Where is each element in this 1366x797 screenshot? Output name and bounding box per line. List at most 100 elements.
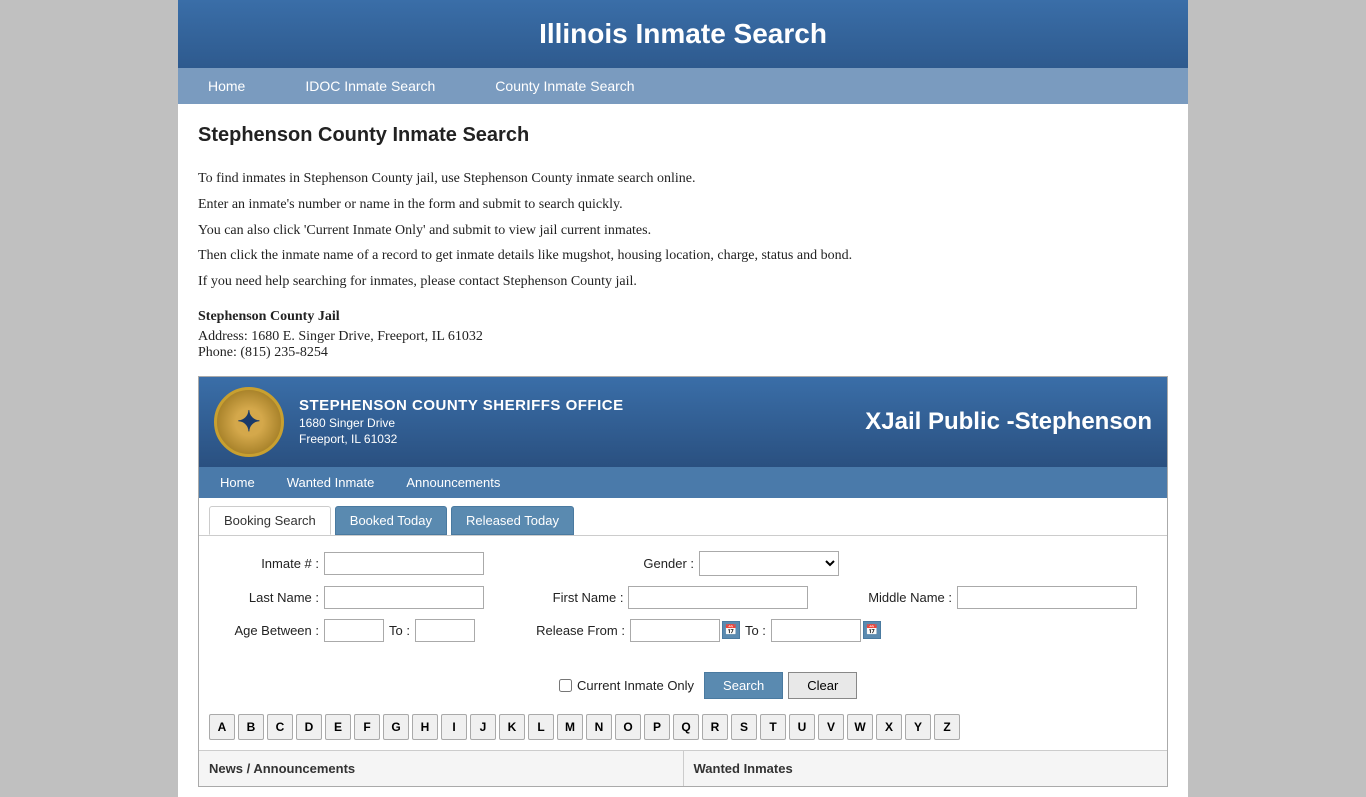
badge-star: ✦ xyxy=(237,408,261,436)
alpha-btn-v[interactable]: V xyxy=(818,714,844,740)
search-form: Inmate # : Gender : Male Female Unknown xyxy=(199,536,1167,667)
office-addr2: Freeport, IL 61032 xyxy=(299,432,624,446)
release-to-label: To : xyxy=(745,623,766,638)
lastname-cell: Last Name : xyxy=(209,586,484,609)
alpha-bar: ABCDEFGHIJKLMNOPQRSTUVWXYZ xyxy=(199,709,1167,750)
tab-booked-today[interactable]: Booked Today xyxy=(335,506,447,535)
xjail-frame: ✦ STEPHENSON COUNTY SHERIFFS OFFICE 1680… xyxy=(198,376,1168,787)
page-wrapper: Illinois Inmate Search Home IDOC Inmate … xyxy=(178,0,1188,797)
alpha-btn-f[interactable]: F xyxy=(354,714,380,740)
intro-line-3: You can also click 'Current Inmate Only'… xyxy=(198,219,1168,243)
alpha-btn-s[interactable]: S xyxy=(731,714,757,740)
current-inmate-label[interactable]: Current Inmate Only xyxy=(577,678,694,693)
frame-nav-home[interactable]: Home xyxy=(204,467,271,498)
alpha-btn-u[interactable]: U xyxy=(789,714,815,740)
alpha-btn-n[interactable]: N xyxy=(586,714,612,740)
main-content: Stephenson County Inmate Search To find … xyxy=(178,104,1188,797)
site-header: Illinois Inmate Search xyxy=(178,0,1188,68)
gender-label: Gender : xyxy=(584,556,694,571)
jail-info: Stephenson County Jail Address: 1680 E. … xyxy=(198,309,1168,361)
age-to-input[interactable] xyxy=(415,619,475,642)
alpha-btn-j[interactable]: J xyxy=(470,714,496,740)
form-row-3: Age Between : To : Release From : 📅 To :… xyxy=(209,619,1157,642)
top-nav: Home IDOC Inmate Search County Inmate Se… xyxy=(178,68,1188,104)
alpha-btn-y[interactable]: Y xyxy=(905,714,931,740)
tab-booking-search[interactable]: Booking Search xyxy=(209,506,331,535)
frame-nav: Home Wanted Inmate Announcements xyxy=(199,467,1167,498)
firstname-input[interactable] xyxy=(628,586,808,609)
lastname-label: Last Name : xyxy=(209,590,319,605)
alpha-btn-e[interactable]: E xyxy=(325,714,351,740)
office-info: STEPHENSON COUNTY SHERIFFS OFFICE 1680 S… xyxy=(299,397,624,446)
clear-button[interactable]: Clear xyxy=(788,672,857,699)
alpha-btn-c[interactable]: C xyxy=(267,714,293,740)
alpha-btn-k[interactable]: K xyxy=(499,714,525,740)
alpha-btn-g[interactable]: G xyxy=(383,714,409,740)
firstname-cell: First Name : xyxy=(513,586,808,609)
alpha-btn-d[interactable]: D xyxy=(296,714,322,740)
jail-address: Address: 1680 E. Singer Drive, Freeport,… xyxy=(198,329,1168,345)
office-name: STEPHENSON COUNTY SHERIFFS OFFICE xyxy=(299,397,624,414)
bottom-controls: Current Inmate Only Search Clear xyxy=(199,667,1167,709)
inmate-cell: Inmate # : xyxy=(209,552,484,575)
intro-line-4: Then click the inmate name of a record t… xyxy=(198,244,1168,268)
xjail-header: ✦ STEPHENSON COUNTY SHERIFFS OFFICE 1680… xyxy=(199,377,1167,467)
inmate-label: Inmate # : xyxy=(209,556,319,571)
tab-released-today[interactable]: Released Today xyxy=(451,506,574,535)
lastname-input[interactable] xyxy=(324,586,484,609)
intro-line-5: If you need help searching for inmates, … xyxy=(198,270,1168,294)
alpha-btn-q[interactable]: Q xyxy=(673,714,699,740)
frame-nav-wanted[interactable]: Wanted Inmate xyxy=(271,467,391,498)
alpha-btn-r[interactable]: R xyxy=(702,714,728,740)
office-addr1: 1680 Singer Drive xyxy=(299,416,624,430)
firstname-label: First Name : xyxy=(513,590,623,605)
alpha-btn-o[interactable]: O xyxy=(615,714,641,740)
jail-phone: Phone: (815) 235-8254 xyxy=(198,345,1168,361)
alpha-btn-l[interactable]: L xyxy=(528,714,554,740)
release-cell: Release From : 📅 To : 📅 xyxy=(515,619,881,642)
gender-select[interactable]: Male Female Unknown xyxy=(699,551,839,576)
inmate-input[interactable] xyxy=(324,552,484,575)
release-to-cal-icon[interactable]: 📅 xyxy=(863,621,881,639)
release-from-cal-icon[interactable]: 📅 xyxy=(722,621,740,639)
intro-text: To find inmates in Stephenson County jai… xyxy=(198,167,1168,294)
alpha-btn-i[interactable]: I xyxy=(441,714,467,740)
alpha-btn-b[interactable]: B xyxy=(238,714,264,740)
xjail-system-title: XJail Public -Stephenson xyxy=(865,408,1152,436)
middlename-label: Middle Name : xyxy=(832,590,952,605)
alpha-btn-p[interactable]: P xyxy=(644,714,670,740)
form-row-1: Inmate # : Gender : Male Female Unknown xyxy=(209,551,1157,576)
alpha-btn-w[interactable]: W xyxy=(847,714,873,740)
current-inmate-check: Current Inmate Only xyxy=(559,678,694,693)
form-row-2: Last Name : First Name : Middle Name : xyxy=(209,586,1157,609)
wanted-section-label: Wanted Inmates xyxy=(684,751,1168,786)
gender-cell: Gender : Male Female Unknown xyxy=(584,551,839,576)
release-from-input[interactable] xyxy=(630,619,720,642)
alpha-btn-t[interactable]: T xyxy=(760,714,786,740)
alpha-btn-z[interactable]: Z xyxy=(934,714,960,740)
age-to-label: To : xyxy=(389,623,410,638)
middlename-input[interactable] xyxy=(957,586,1137,609)
age-cell: Age Between : To : xyxy=(209,619,475,642)
frame-nav-announce[interactable]: Announcements xyxy=(390,467,516,498)
intro-line-2: Enter an inmate's number or name in the … xyxy=(198,193,1168,217)
nav-item-county[interactable]: County Inmate Search xyxy=(465,68,664,104)
alpha-btn-x[interactable]: X xyxy=(876,714,902,740)
page-heading: Stephenson County Inmate Search xyxy=(198,124,1168,147)
current-inmate-checkbox[interactable] xyxy=(559,679,572,692)
age-from-input[interactable] xyxy=(324,619,384,642)
alpha-btn-h[interactable]: H xyxy=(412,714,438,740)
alpha-btn-m[interactable]: M xyxy=(557,714,583,740)
intro-line-1: To find inmates in Stephenson County jai… xyxy=(198,167,1168,191)
release-to-input[interactable] xyxy=(771,619,861,642)
sheriff-badge: ✦ xyxy=(214,387,284,457)
site-title: Illinois Inmate Search xyxy=(539,18,827,49)
news-section-label: News / Announcements xyxy=(199,751,684,786)
tab-bar: Booking Search Booked Today Released Tod… xyxy=(199,498,1167,536)
alpha-btn-a[interactable]: A xyxy=(209,714,235,740)
release-from-label: Release From : xyxy=(515,623,625,638)
search-button[interactable]: Search xyxy=(704,672,783,699)
age-between-label: Age Between : xyxy=(209,623,319,638)
nav-item-home[interactable]: Home xyxy=(178,68,275,104)
nav-item-idoc[interactable]: IDOC Inmate Search xyxy=(275,68,465,104)
